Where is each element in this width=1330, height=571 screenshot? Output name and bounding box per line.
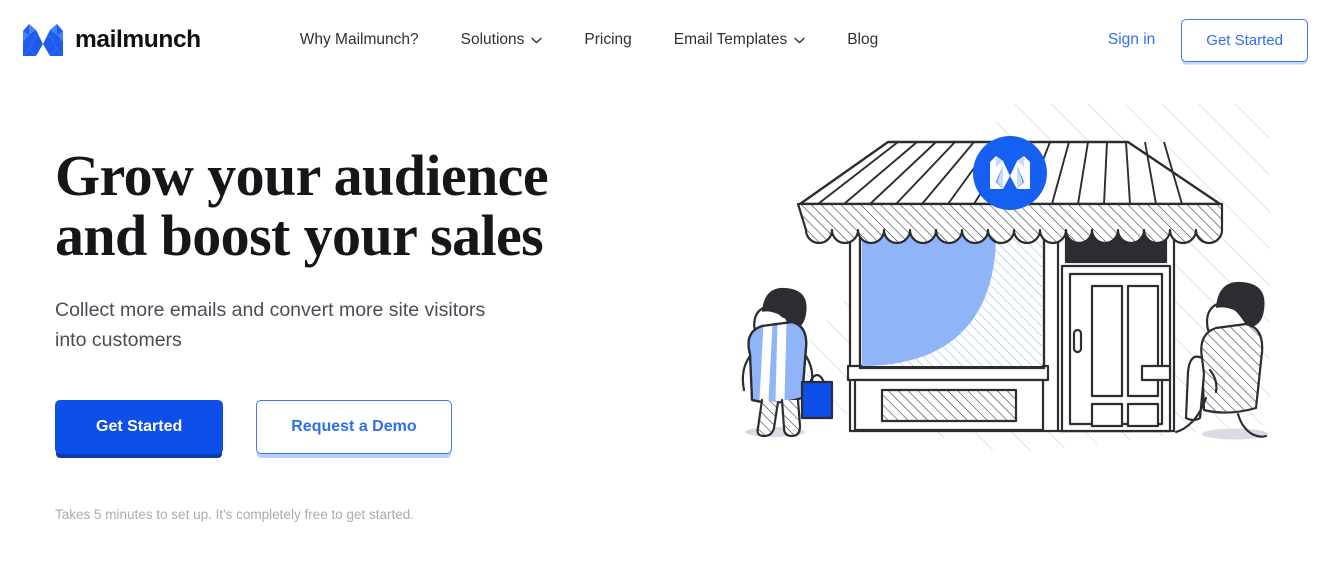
hero-subtitle: Collect more emails and convert more sit… [55, 298, 486, 351]
nav-item-pricing[interactable]: Pricing [563, 23, 652, 57]
storefront-illustration [741, 104, 1270, 454]
hero-cta-group: Get Started Request a Demo [55, 400, 700, 455]
main-navigation: Why Mailmunch? Solutions Pricing Email T… [279, 23, 900, 57]
hero-illustration-area [700, 80, 1330, 571]
nav-item-blog[interactable]: Blog [826, 23, 899, 57]
nav-item-label: Why Mailmunch? [299, 31, 419, 48]
header-get-started-button[interactable]: Get Started [1181, 18, 1308, 62]
pedestrian-shadow [1202, 428, 1268, 440]
shop-window [862, 234, 1042, 366]
hero-copy: Grow your audience and boost your sales … [55, 80, 700, 571]
hero-get-started-button[interactable]: Get Started [55, 400, 224, 455]
hero-section: Grow your audience and boost your sales … [0, 80, 1330, 571]
brand-name: mailmunch [75, 25, 201, 53]
nav-item-why-mailmunch[interactable]: Why Mailmunch? [279, 23, 440, 57]
site-header: mailmunch Why Mailmunch? Solutions Prici… [0, 0, 1330, 80]
shop-door [1056, 228, 1176, 433]
chevron-down-icon [794, 37, 805, 43]
mailmunch-circle-badge-icon [973, 136, 1047, 210]
request-demo-button[interactable]: Request a Demo [256, 400, 452, 455]
hero-footnote: Takes 5 minutes to set up. It's complete… [55, 507, 415, 523]
nav-item-email-templates[interactable]: Email Templates [653, 23, 826, 57]
page-title: Grow your audience and boost your sales [55, 143, 549, 269]
nav-item-label: Blog [847, 31, 879, 48]
header-actions: Sign in Get Started [1108, 18, 1308, 62]
brand-logo-link[interactable]: mailmunch [22, 23, 201, 57]
nav-item-label: Email Templates [673, 31, 788, 48]
nav-item-solutions[interactable]: Solutions [440, 23, 564, 57]
nav-item-label: Solutions [460, 31, 525, 48]
sign-in-link[interactable]: Sign in [1108, 31, 1155, 49]
mailmunch-m-logo-icon [23, 24, 63, 56]
chevron-down-icon [531, 37, 543, 43]
nav-item-label: Pricing [584, 31, 632, 48]
